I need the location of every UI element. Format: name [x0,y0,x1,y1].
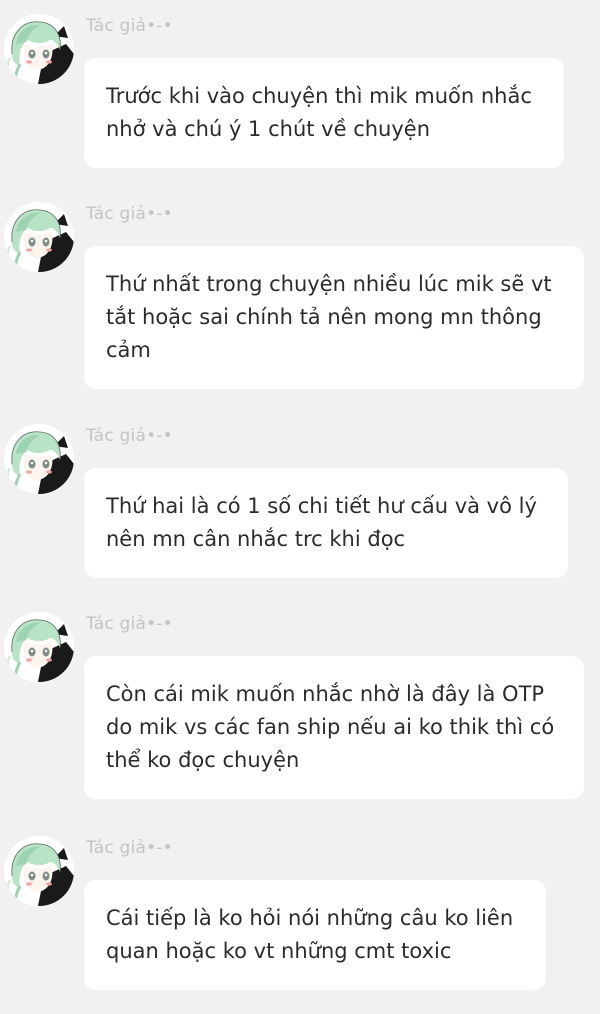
author-avatar[interactable] [4,202,74,272]
author-name: Tác giả•-• [86,204,173,224]
anime-character-avatar-icon [4,836,74,906]
anime-character-avatar-icon [4,424,74,494]
message-5: Tác giả•-• Cái tiếp là ko hỏi nói những … [0,836,600,996]
message-bubble: Cái tiếp là ko hỏi nói những câu ko liên… [84,880,546,990]
message-bubble: Thứ hai là có 1 số chi tiết hư cấu và vô… [84,468,568,578]
message-4: Tác giả•-• Còn cái mik muốn nhắc nhờ là … [0,612,600,802]
author-avatar[interactable] [4,836,74,906]
anime-character-avatar-icon [4,612,74,682]
author-name: Tác giả•-• [86,16,173,36]
author-name: Tác giả•-• [86,614,173,634]
anime-character-avatar-icon [4,202,74,272]
anime-character-avatar-icon [4,14,74,84]
message-bubble: Thứ nhất trong chuyện nhiều lúc mik sẽ v… [84,246,584,389]
author-avatar[interactable] [4,424,74,494]
message-1: Tác giả•-• Trước khi vào chuyện thì mik … [0,14,600,174]
chat-thread: Tác giả•-• Trước khi vào chuyện thì mik … [0,0,600,1014]
message-3: Tác giả•-• Thứ hai là có 1 số chi tiết h… [0,424,600,584]
author-avatar[interactable] [4,14,74,84]
message-bubble: Còn cái mik muốn nhắc nhờ là đây là OTP … [84,656,584,799]
author-avatar[interactable] [4,612,74,682]
author-name: Tác giả•-• [86,426,173,446]
author-name: Tác giả•-• [86,838,173,858]
message-bubble: Trước khi vào chuyện thì mik muốn nhắc n… [84,58,564,168]
message-2: Tác giả•-• Thứ nhất trong chuyện nhiều l… [0,202,600,392]
